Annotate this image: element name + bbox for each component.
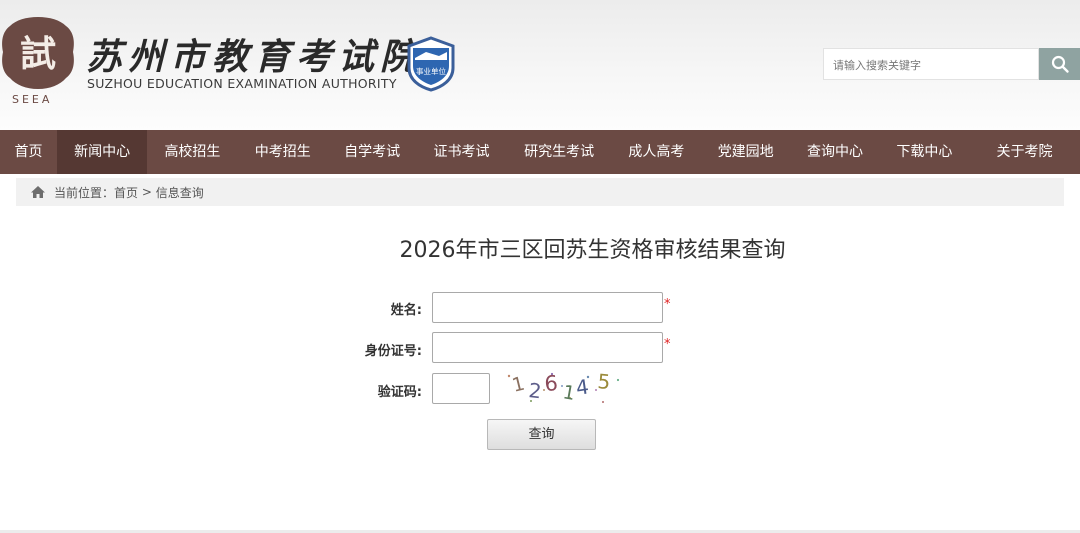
- seal-logo-icon: 試: [2, 17, 74, 89]
- breadcrumb-home-link[interactable]: 首页: [114, 184, 138, 201]
- captcha-char-4: 1: [561, 381, 577, 405]
- page-title: 2026年市三区回苏生资格审核结果查询: [399, 238, 786, 263]
- id-required-mark: *: [664, 337, 671, 352]
- breadcrumb-separator: >: [138, 185, 156, 199]
- name-required-mark: *: [664, 297, 671, 312]
- captcha-char-3: 6: [544, 371, 559, 396]
- nav-item-download-center[interactable]: 下载中心: [880, 130, 969, 174]
- nav-item-self-study-exam[interactable]: 自学考试: [328, 130, 416, 174]
- id-number-label: 身份证号:: [364, 344, 422, 359]
- nav-item-news[interactable]: 新闻中心: [56, 130, 148, 174]
- breadcrumb-current: 信息查询: [155, 185, 204, 200]
- site-name-chinese[interactable]: 苏州市教育考试院: [86, 28, 422, 80]
- captcha-char-6: 5: [597, 369, 612, 394]
- nav-item-high-school-admission[interactable]: 中考招生: [238, 130, 328, 174]
- search-icon: [1051, 55, 1069, 73]
- captcha-char-5: 4: [574, 374, 590, 400]
- site-name-english: SUZHOU EDUCATION EXAMINATION AUTHORITY: [87, 76, 397, 91]
- id-number-input[interactable]: [432, 332, 663, 363]
- name-input[interactable]: [432, 292, 663, 323]
- captcha-char-1: 1: [510, 373, 527, 397]
- nav-item-query-center[interactable]: 查询中心: [790, 130, 879, 174]
- seal-logo-text: 試: [20, 33, 56, 75]
- captcha-char-2: 2: [527, 378, 542, 403]
- nav-item-postgraduate-exam[interactable]: 研究生考试: [507, 130, 612, 174]
- search-input[interactable]: 请输入搜索关键字: [823, 48, 1039, 80]
- main-navigation: 首页 新闻中心 高校招生 中考招生 自学考试 证书考试 研究生考试 成人高考 党…: [0, 130, 1080, 174]
- badge-text: 事业单位: [416, 66, 446, 76]
- nav-item-adult-exam[interactable]: 成人高考: [612, 130, 701, 174]
- nav-item-college-admission[interactable]: 高校招生: [147, 130, 237, 174]
- name-label: 姓名:: [390, 303, 422, 318]
- nav-item-certificate-exam[interactable]: 证书考试: [416, 130, 506, 174]
- public-institution-badge-icon: 事业单位: [407, 36, 455, 92]
- captcha-label: 验证码:: [377, 385, 422, 400]
- search-button[interactable]: [1039, 48, 1080, 80]
- query-submit-button[interactable]: 查询: [487, 419, 596, 450]
- home-icon[interactable]: [30, 185, 46, 199]
- captcha-image[interactable]: 1 2 6 1 4 5: [500, 368, 625, 408]
- breadcrumb: 当前位置： 首页 > 信息查询: [16, 178, 1064, 206]
- breadcrumb-prefix: 当前位置：: [54, 185, 115, 200]
- site-header: 試 SEEA 苏州市教育考试院 SUZHOU EDUCATION EXAMINA…: [0, 0, 1080, 130]
- nav-item-about[interactable]: 关于考院: [969, 130, 1080, 174]
- logo-abbreviation: SEEA: [12, 93, 53, 106]
- nav-item-party-building[interactable]: 党建园地: [701, 130, 790, 174]
- captcha-input[interactable]: [432, 373, 490, 404]
- nav-item-home[interactable]: 首页: [0, 130, 57, 174]
